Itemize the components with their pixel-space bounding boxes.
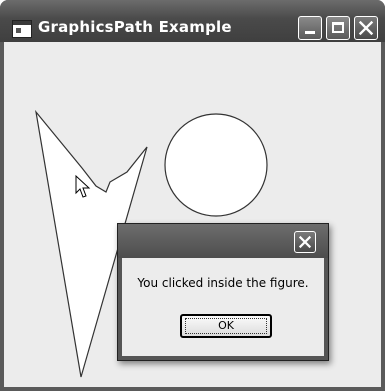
- message-box-title-bar[interactable]: [118, 224, 328, 258]
- close-button[interactable]: [354, 16, 378, 40]
- title-bar[interactable]: GraphicsPath Example: [0, 0, 385, 42]
- focus-rectangle: [185, 318, 267, 334]
- message-text: You clicked inside the figure.: [137, 276, 309, 290]
- circle-shape[interactable]: [164, 113, 268, 217]
- message-box-body: You clicked inside the figure. OK: [122, 258, 324, 356]
- main-window: GraphicsPath Example You clicked inside …: [0, 0, 385, 391]
- ok-button[interactable]: OK: [180, 314, 272, 338]
- close-icon: [358, 20, 374, 36]
- close-icon: [298, 235, 312, 249]
- message-box: You clicked inside the figure. OK: [117, 223, 329, 361]
- minimize-button[interactable]: [298, 16, 322, 40]
- maximize-button[interactable]: [326, 16, 350, 40]
- message-box-close-button[interactable]: [294, 231, 316, 253]
- app-window-icon[interactable]: [12, 20, 32, 38]
- window-title: GraphicsPath Example: [38, 18, 232, 36]
